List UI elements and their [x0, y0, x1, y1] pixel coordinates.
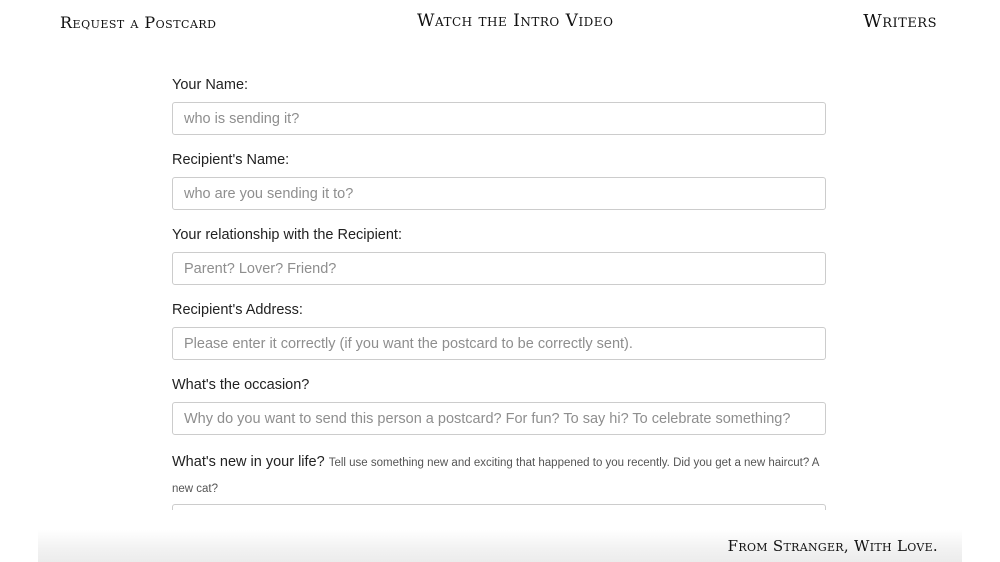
footer-tagline: From Stranger, With Love.	[727, 537, 938, 555]
occasion-input[interactable]	[172, 402, 826, 435]
relationship-group: Your relationship with the Recipient:	[172, 225, 826, 300]
postcard-request-form: Your Name: Recipient's Name: Your relati…	[172, 75, 826, 510]
nav-intro-video-link[interactable]: Watch the Intro Video	[417, 11, 613, 31]
relationship-label: Your relationship with the Recipient:	[172, 227, 402, 243]
nav-writers-link[interactable]: Writers	[863, 11, 937, 32]
whats-new-label: What's new in your life?	[172, 454, 325, 470]
recipient-address-group: Recipient's Address:	[172, 300, 826, 375]
recipient-address-input[interactable]	[172, 327, 826, 360]
your-name-group: Your Name:	[172, 75, 826, 150]
recipient-name-input[interactable]	[172, 177, 826, 210]
recipient-name-group: Recipient's Name:	[172, 150, 826, 225]
recipient-address-label: Recipient's Address:	[172, 302, 303, 318]
whats-new-label-wrap: What's new in your life? Tell use someth…	[172, 450, 826, 502]
whats-new-group: What's new in your life? Tell use someth…	[172, 450, 826, 510]
relationship-input[interactable]	[172, 252, 826, 285]
occasion-group: What's the occasion?	[172, 375, 826, 450]
whats-new-textarea[interactable]	[172, 504, 826, 510]
your-name-input[interactable]	[172, 102, 826, 135]
recipient-name-label: Recipient's Name:	[172, 152, 290, 168]
your-name-label: Your Name:	[172, 77, 249, 93]
occasion-label: What's the occasion?	[172, 377, 310, 393]
nav-request-postcard-link[interactable]: Request a Postcard	[60, 13, 217, 32]
